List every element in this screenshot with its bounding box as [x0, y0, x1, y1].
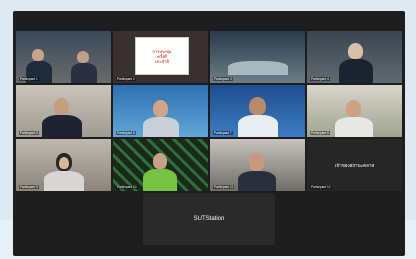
participant-name: Participant 1: [19, 77, 39, 81]
participant-name: Participant 9: [19, 185, 39, 189]
participant-tile-center[interactable]: SUTStation: [143, 193, 275, 245]
participant-tile-7-active-speaker[interactable]: Participant 7: [210, 85, 305, 137]
video-meeting-window: Participant 1 การประชุม ครั้งที่ ประจำปี…: [13, 11, 405, 256]
empty-slot: [16, 193, 111, 245]
participant-tile-12[interactable]: เจ้าของสถานะคลาส Participant 12: [307, 139, 402, 191]
participant-name: Participant 2: [116, 77, 136, 81]
participant-name: Participant 10: [116, 185, 138, 189]
participant-name: Participant 4: [310, 77, 330, 81]
participant-tile-8[interactable]: Participant 8: [307, 85, 402, 137]
participant-tile-3[interactable]: Participant 3: [210, 31, 305, 83]
participant-name: Participant 11: [213, 185, 235, 189]
participant-tile-2[interactable]: การประชุม ครั้งที่ ประจำปี Participant 2: [113, 31, 208, 83]
participant-name: Participant 7: [213, 131, 233, 135]
participant-display-name: เจ้าของสถานะคลาส: [334, 162, 375, 168]
participant-name: Participant 12: [310, 185, 332, 189]
participant-name: Participant 6: [116, 131, 136, 135]
participant-name: Participant 8: [310, 131, 330, 135]
sign-board: การประชุม ครั้งที่ ประจำปี: [135, 37, 189, 75]
participant-name: Participant 3: [213, 77, 233, 81]
empty-slot: [307, 193, 402, 245]
sign-line: ประจำปี: [155, 58, 169, 64]
participant-display-name-center: SUTStation: [193, 216, 225, 222]
participant-tile-11[interactable]: Participant 11: [210, 139, 305, 191]
participant-tile-1[interactable]: Participant 1: [16, 31, 111, 83]
participant-tile-5[interactable]: Participant 5: [16, 85, 111, 137]
participant-tile-4[interactable]: Participant 4: [307, 31, 402, 83]
participant-tile-6[interactable]: Participant 6: [113, 85, 208, 137]
participant-tile-10[interactable]: Participant 10: [113, 139, 208, 191]
participant-tile-9[interactable]: Participant 9: [16, 139, 111, 191]
participant-grid: Participant 1 การประชุม ครั้งที่ ประจำปี…: [16, 31, 402, 245]
participant-name: Participant 5: [19, 131, 39, 135]
